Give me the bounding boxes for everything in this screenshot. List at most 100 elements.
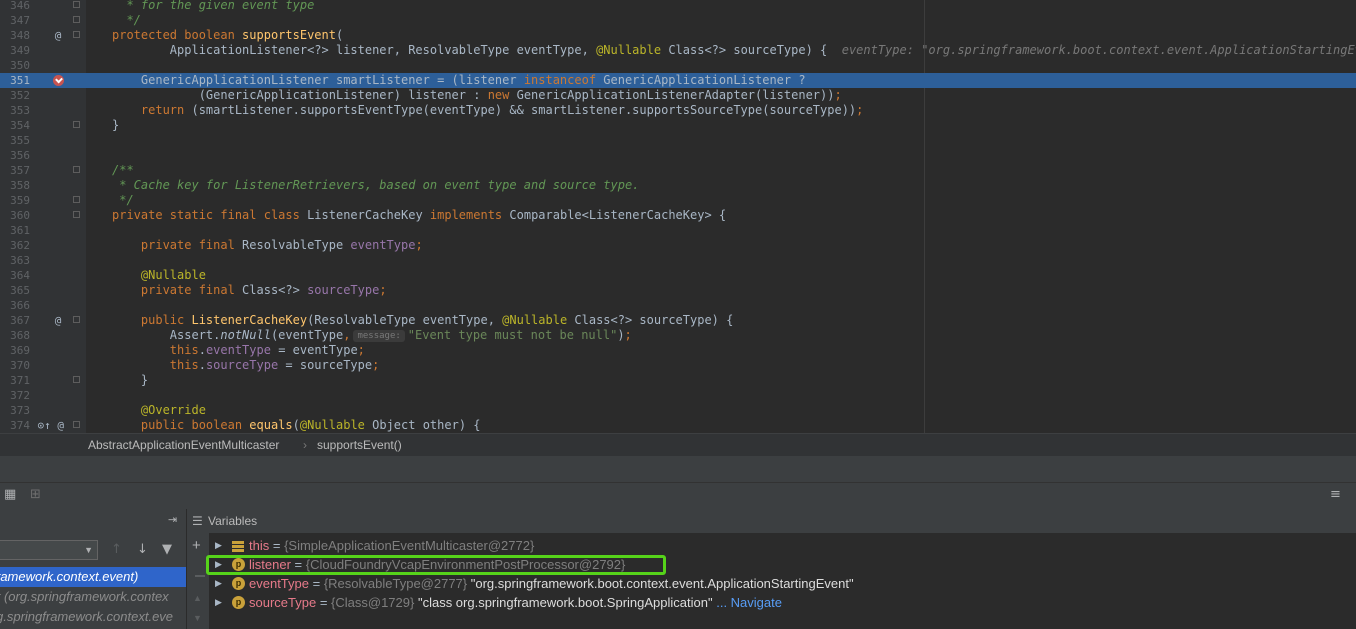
expand-arrow-icon[interactable]: ▶ [215, 574, 222, 593]
stack-frame-item[interactable]: ramework.context.event) [0, 567, 186, 587]
line-number: 368 [10, 329, 30, 342]
breadcrumb: AbstractApplicationEventMulticaster › su… [0, 433, 1356, 456]
frames-layout-icon[interactable]: ▦ [4, 487, 16, 502]
code-line[interactable]: 358 * Cache key for ListenerRetrievers, … [0, 178, 1356, 193]
variable-text: this = {SimpleApplicationEventMulticaste… [249, 538, 535, 553]
line-number: 365 [10, 284, 30, 297]
fold-marker-icon[interactable] [73, 421, 80, 428]
line-number: 362 [10, 239, 30, 252]
variable-row[interactable]: ▶ p eventType = {ResolvableType@2777} "org… [211, 574, 1351, 593]
code-text: (GenericApplicationListener) listener : … [112, 88, 842, 102]
code-line[interactable]: 354} [0, 118, 1356, 133]
line-number: 369 [10, 344, 30, 357]
code-line[interactable]: 352 (GenericApplicationListener) listene… [0, 88, 1356, 103]
filter-icon[interactable]: ▼ [162, 542, 172, 557]
code-line[interactable]: 369 this.eventType = eventType; [0, 343, 1356, 358]
stack-frame-item[interactable]: g.springframework.context.eve [0, 607, 186, 627]
code-line[interactable]: 362 private final ResolvableType eventTy… [0, 238, 1356, 253]
breadcrumb-separator-icon: › [303, 438, 307, 452]
line-number: 346 [10, 0, 30, 12]
breadcrumb-class[interactable]: AbstractApplicationEventMulticaster [88, 434, 279, 456]
fold-marker-icon[interactable] [73, 376, 80, 383]
settings-menu-icon[interactable]: ≡ [1330, 487, 1341, 502]
code-line[interactable]: 349 ApplicationListener<?> listener, Res… [0, 43, 1356, 58]
code-line[interactable]: 371 } [0, 373, 1356, 388]
code-line[interactable]: 357 /** [0, 163, 1356, 178]
annotation-icon[interactable]: @ [52, 313, 64, 328]
expand-arrow-icon[interactable]: ▶ [215, 593, 222, 612]
code-text: @Nullable [112, 268, 206, 282]
code-text: } [112, 373, 149, 387]
code-line[interactable]: 373 @Override [0, 403, 1356, 418]
fold-marker-icon[interactable] [73, 166, 80, 173]
code-line[interactable]: 363 [0, 253, 1356, 268]
code-line[interactable]: 365 private final Class<?> sourceType; [0, 283, 1356, 298]
code-line[interactable]: 364 @Nullable [0, 268, 1356, 283]
code-text: Assert.notNull(eventType, message: "Event … [112, 328, 632, 342]
line-number: 372 [10, 389, 30, 402]
variable-row[interactable]: ▶ p sourceType = {Class@1729} "class org.s… [211, 593, 1351, 612]
expand-arrow-icon[interactable]: ▶ [215, 536, 222, 555]
line-number: 356 [10, 149, 30, 162]
code-line[interactable]: 353 return (smartListener.supportsEventT… [0, 103, 1356, 118]
code-text: } [112, 118, 120, 132]
move-up-icon[interactable]: ▲ [193, 593, 202, 603]
code-line[interactable]: 359 */ [0, 193, 1356, 208]
fold-marker-icon[interactable] [73, 316, 80, 323]
fold-marker-icon[interactable] [73, 16, 80, 23]
fold-marker-icon[interactable] [73, 211, 80, 218]
variable-row[interactable]: ▶ this = {SimpleApplicationEventMulticast… [211, 536, 1351, 555]
fold-marker-icon[interactable] [73, 31, 80, 38]
code-text: private final ResolvableType eventType; [112, 238, 423, 252]
breakpoint-icon[interactable] [53, 75, 64, 86]
add-watch-icon[interactable]: + [192, 537, 201, 554]
code-line[interactable]: 368 Assert.notNull(eventType, message: "Ev… [0, 328, 1356, 343]
code-line[interactable]: 346 * for the given event type [0, 0, 1356, 13]
code-line[interactable]: 347 */ [0, 13, 1356, 28]
code-line[interactable]: 370 this.sourceType = sourceType; [0, 358, 1356, 373]
override-annotation-icon[interactable]: ⊙↑ @ [36, 418, 65, 433]
code-editor[interactable]: 346 * for the given event type 347 */348 @… [0, 0, 1356, 433]
code-text: this.eventType = eventType; [112, 343, 365, 357]
code-line[interactable]: 355 [0, 133, 1356, 148]
code-line[interactable]: 351 GenericApplicationListener smartList… [0, 73, 1356, 88]
code-line[interactable]: 356 [0, 148, 1356, 163]
line-number: 364 [10, 269, 30, 282]
frame-up-icon[interactable]: ↑ [111, 542, 122, 557]
code-text: @Override [112, 403, 206, 417]
code-line[interactable]: 361 [0, 223, 1356, 238]
code-text: public ListenerCacheKey(ResolvableType e… [112, 313, 734, 327]
line-number: 355 [10, 134, 30, 147]
line-number: 373 [10, 404, 30, 417]
variable-text: eventType = {ResolvableType@2777} "org.s… [249, 576, 854, 591]
code-text: private final Class<?> sourceType; [112, 283, 387, 297]
stack-frame-item[interactable]: r (org.springframework.contex [0, 587, 186, 607]
panel-divider [0, 456, 1356, 482]
frame-down-icon[interactable]: ↓ [137, 542, 148, 557]
code-line[interactable]: 360 private static final class ListenerCa… [0, 208, 1356, 223]
code-line[interactable]: 374 ⊙↑ @ public boolean equals(@Nullable … [0, 418, 1356, 433]
line-number: 363 [10, 254, 30, 267]
code-line[interactable]: 372 [0, 388, 1356, 403]
code-text: GenericApplicationListener smartListener… [112, 73, 806, 87]
line-number: 361 [10, 224, 30, 237]
fold-marker-icon[interactable] [73, 121, 80, 128]
line-number: 349 [10, 44, 30, 57]
move-down-icon[interactable]: ▼ [193, 613, 202, 623]
goto-frame-icon[interactable]: ⇥ [168, 513, 177, 526]
chevron-down-icon: ▼ [84, 545, 93, 555]
restore-layout-icon[interactable]: ⊞ [30, 487, 41, 502]
code-line[interactable]: 348 @ protected boolean supportsEvent( [0, 28, 1356, 43]
fold-marker-icon[interactable] [73, 196, 80, 203]
annotation-icon[interactable]: @ [52, 28, 64, 43]
code-line[interactable]: 367 @ public ListenerCacheKey(ResolvableT… [0, 313, 1356, 328]
code-line[interactable]: 350 [0, 58, 1356, 73]
remove-watch-icon[interactable] [195, 575, 205, 577]
code-text: protected boolean supportsEvent( [112, 28, 344, 42]
code-line[interactable]: 366 [0, 298, 1356, 313]
variable-text: sourceType = {Class@1729} "class org.spr… [249, 595, 782, 610]
thread-selector[interactable]: ▼ [0, 540, 98, 560]
fold-marker-icon[interactable] [73, 1, 80, 8]
line-number: 354 [10, 119, 30, 132]
breadcrumb-method[interactable]: supportsEvent() [317, 434, 402, 456]
